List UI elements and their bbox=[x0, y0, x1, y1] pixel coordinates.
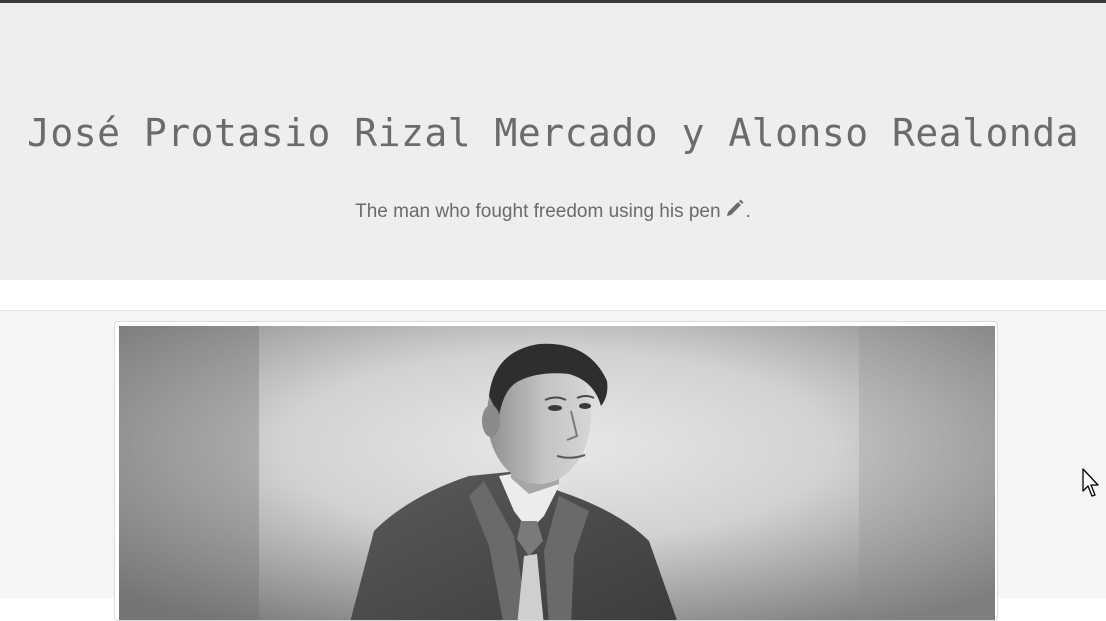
subtitle-period: . bbox=[745, 201, 751, 222]
page-header: José Protasio Rizal Mercado y Alonso Rea… bbox=[0, 3, 1106, 280]
page-title: José Protasio Rizal Mercado y Alonso Rea… bbox=[26, 111, 1079, 155]
section-gap bbox=[0, 280, 1106, 310]
main-content bbox=[0, 311, 1106, 621]
mouse-cursor-icon bbox=[1082, 468, 1102, 500]
page-subtitle: The man who fought freedom using his pen… bbox=[0, 199, 1106, 226]
pencil-icon bbox=[724, 199, 746, 226]
portrait-thumbnail bbox=[114, 321, 998, 621]
subtitle-text: The man who fought freedom using his pen bbox=[355, 201, 721, 222]
portrait-image bbox=[119, 326, 995, 620]
